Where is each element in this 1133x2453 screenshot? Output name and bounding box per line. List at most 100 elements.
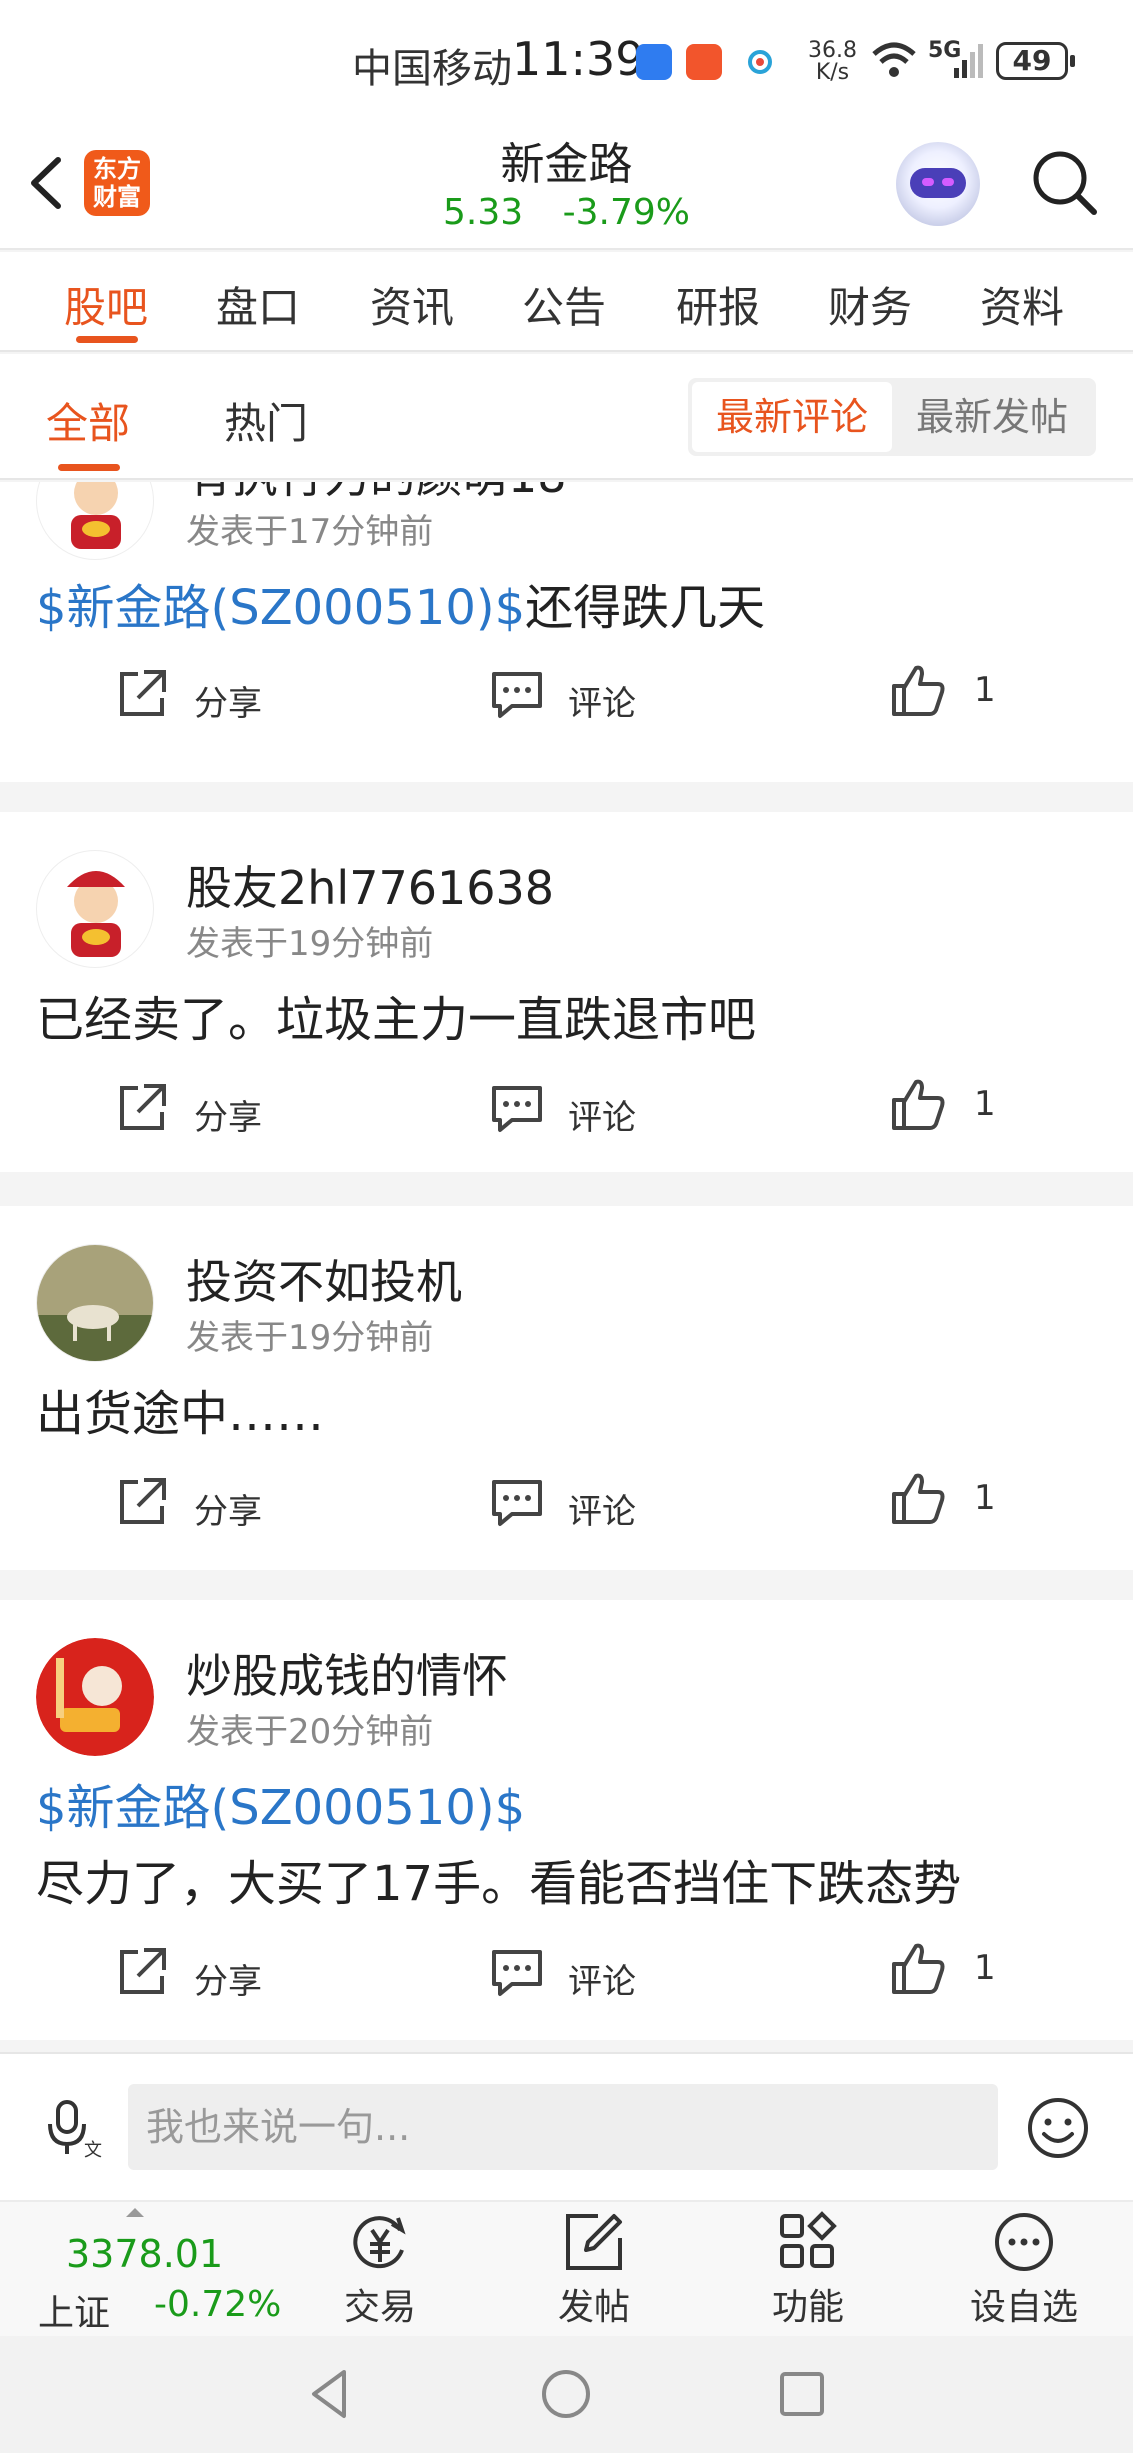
post-item[interactable]: 股友2hl7761638 发表于19分钟前 已经卖了。垃圾主力一直跌退市吧 分享… bbox=[0, 812, 1133, 1172]
share-button[interactable]: 分享 bbox=[116, 1946, 316, 2006]
sort-latest-comment[interactable]: 最新评论 bbox=[692, 382, 892, 452]
comment-button[interactable]: 评论 bbox=[490, 668, 690, 728]
post-author[interactable]: 投资不如投机 bbox=[186, 1246, 462, 1312]
comment-bar: 文 bbox=[0, 2052, 1133, 2200]
stock-tag-link[interactable]: $新金路(SZ000510)$ bbox=[36, 580, 525, 636]
like-count: 1 bbox=[974, 670, 996, 710]
like-count: 1 bbox=[974, 1478, 996, 1518]
bottom-toolbar: 3378.01 上证 -0.72% 交易 发帖 功能 设自选 bbox=[0, 2200, 1133, 2336]
comment-input[interactable] bbox=[128, 2084, 998, 2170]
thumbs-up-icon bbox=[892, 1079, 945, 1130]
signal-icon bbox=[952, 40, 988, 84]
tab-research[interactable]: 研报 bbox=[676, 274, 760, 335]
post-content[interactable]: 尽力了，大买了17手。看能否挡住下跌态势 bbox=[36, 1844, 961, 1914]
user-avatar[interactable] bbox=[36, 1244, 154, 1362]
new-post-button[interactable]: 发帖 bbox=[524, 2210, 664, 2338]
post-content[interactable]: 出货途中…… bbox=[36, 1374, 324, 1444]
user-avatar[interactable] bbox=[36, 482, 154, 560]
more-icon bbox=[995, 2213, 1053, 2271]
stock-price: 5.33 bbox=[443, 192, 524, 233]
post-author[interactable]: 有执行力的颜萌18 bbox=[186, 482, 567, 506]
comment-button[interactable]: 评论 bbox=[490, 1946, 690, 2006]
stock-header: 东方 财富 新金路 5.33 -3.79% bbox=[0, 120, 1133, 250]
post-text: 还得跌几天 bbox=[525, 580, 766, 636]
trade-icon bbox=[353, 2216, 406, 2269]
comment-button[interactable]: 评论 bbox=[490, 1082, 690, 1142]
status-bar: 中国移动 11:39 36.8 K/s 5G 49 bbox=[0, 0, 1133, 120]
net-speed-unit: K/s bbox=[815, 60, 850, 85]
grid-icon bbox=[780, 2211, 837, 2268]
thumbs-up-icon bbox=[892, 1943, 945, 1994]
share-label: 分享 bbox=[194, 684, 262, 724]
trade-button[interactable]: 交易 bbox=[310, 2210, 450, 2338]
thumbs-up-icon bbox=[892, 665, 945, 716]
share-label: 分享 bbox=[194, 1492, 262, 1532]
share-button[interactable]: 分享 bbox=[116, 668, 316, 728]
active-tab-indicator bbox=[76, 336, 138, 343]
wifi-icon bbox=[870, 40, 918, 84]
sort-latest-post[interactable]: 最新发帖 bbox=[892, 382, 1092, 452]
functions-button[interactable]: 功能 bbox=[738, 2210, 878, 2338]
post-author[interactable]: 炒股成钱的情怀 bbox=[186, 1640, 508, 1706]
post-time: 发表于17分钟前 bbox=[186, 512, 434, 552]
new-post-label: 发帖 bbox=[557, 2287, 630, 2328]
post-author[interactable]: 股友2hl7761638 bbox=[186, 852, 554, 918]
nav-recents-icon[interactable] bbox=[772, 2364, 832, 2424]
tab-pankou[interactable]: 盘口 bbox=[216, 274, 300, 335]
functions-label: 功能 bbox=[771, 2287, 844, 2328]
like-button[interactable]: 1 bbox=[890, 1470, 1010, 1530]
share-icon bbox=[120, 1948, 166, 1994]
svg-text:文: 文 bbox=[84, 2140, 102, 2158]
subtab-hot[interactable]: 热门 bbox=[224, 390, 308, 451]
stock-change: -3.79% bbox=[562, 192, 690, 233]
post-stock-tag-line[interactable]: $新金路(SZ000510)$ bbox=[36, 1768, 525, 1838]
subtab-all[interactable]: 全部 bbox=[46, 390, 130, 451]
emoji-icon[interactable] bbox=[1026, 2096, 1090, 2160]
share-icon bbox=[120, 670, 166, 716]
tab-news[interactable]: 资讯 bbox=[370, 274, 454, 335]
like-button[interactable]: 1 bbox=[890, 1940, 1010, 2000]
post-time: 发表于19分钟前 bbox=[186, 924, 434, 964]
index-name: 上证 bbox=[38, 2293, 111, 2334]
voice-input-icon[interactable]: 文 bbox=[44, 2098, 104, 2161]
active-subtab-indicator bbox=[58, 464, 120, 471]
post-content[interactable]: $新金路(SZ000510)$还得跌几天 bbox=[36, 568, 765, 638]
post-item[interactable]: 投资不如投机 发表于19分钟前 出货途中…… 分享 评论 1 bbox=[0, 1206, 1133, 1570]
stock-tabs: 股吧 盘口 资讯 公告 研报 财务 资料 bbox=[0, 252, 1133, 352]
comment-label: 评论 bbox=[568, 1098, 636, 1138]
like-button[interactable]: 1 bbox=[890, 662, 1010, 722]
stock-tag-link[interactable]: $新金路(SZ000510)$ bbox=[36, 1780, 525, 1836]
tab-guba[interactable]: 股吧 bbox=[64, 274, 148, 335]
post-feed[interactable]: 有执行力的颜萌18 发表于17分钟前 $新金路(SZ000510)$还得跌几天 … bbox=[0, 482, 1133, 2052]
post-text: 尽力了，大买了17手。看能否挡住下跌态势 bbox=[36, 1856, 962, 1912]
like-count: 1 bbox=[974, 1084, 996, 1124]
comment-button[interactable]: 评论 bbox=[490, 1476, 690, 1536]
add-watchlist-button[interactable]: 设自选 bbox=[954, 2210, 1094, 2338]
nav-back-icon[interactable] bbox=[300, 2364, 360, 2424]
tab-finance[interactable]: 财务 bbox=[828, 274, 912, 335]
carrier-label: 中国移动 bbox=[352, 46, 512, 92]
robot-assistant-icon[interactable] bbox=[896, 142, 980, 226]
system-nav-bar bbox=[0, 2336, 1133, 2453]
trade-label: 交易 bbox=[343, 2287, 416, 2328]
user-avatar[interactable] bbox=[36, 1638, 154, 1756]
comment-icon bbox=[492, 1950, 542, 1996]
post-item[interactable]: 有执行力的颜萌18 发表于17分钟前 $新金路(SZ000510)$还得跌几天 … bbox=[0, 482, 1133, 782]
post-item[interactable]: 炒股成钱的情怀 发表于20分钟前 $新金路(SZ000510)$ 尽力了，大买了… bbox=[0, 1600, 1133, 2040]
tab-announcements[interactable]: 公告 bbox=[522, 274, 606, 335]
robot-eye bbox=[922, 178, 934, 186]
clock-app-icon bbox=[636, 44, 672, 80]
thumbs-up-icon bbox=[892, 1473, 945, 1524]
search-icon[interactable] bbox=[1028, 146, 1100, 218]
post-content[interactable]: 已经卖了。垃圾主力一直跌退市吧 bbox=[36, 980, 756, 1050]
tab-profile[interactable]: 资料 bbox=[980, 274, 1064, 335]
share-label: 分享 bbox=[194, 1098, 262, 1138]
guba-subtabs: 全部 热门 最新评论 最新发帖 bbox=[0, 354, 1133, 480]
share-button[interactable]: 分享 bbox=[116, 1082, 316, 1142]
user-avatar[interactable] bbox=[36, 850, 154, 968]
comment-label: 评论 bbox=[568, 684, 636, 724]
share-button[interactable]: 分享 bbox=[116, 1476, 316, 1536]
like-button[interactable]: 1 bbox=[890, 1076, 1010, 1136]
nav-home-icon[interactable] bbox=[536, 2364, 596, 2424]
robot-face bbox=[910, 168, 966, 198]
